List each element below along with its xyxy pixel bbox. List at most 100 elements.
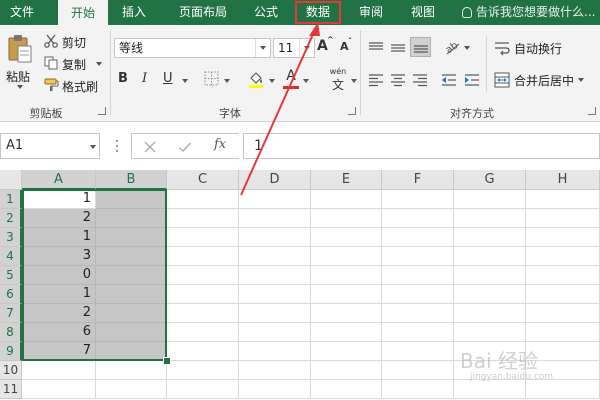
cell-e11[interactable] (311, 380, 382, 399)
cell-f6[interactable] (382, 285, 454, 304)
cell-d11[interactable] (239, 380, 311, 399)
insert-function-button[interactable]: fx (214, 137, 232, 155)
cell-b9[interactable] (96, 342, 167, 361)
cell-h3[interactable] (526, 228, 600, 247)
align-right-button[interactable] (412, 72, 428, 87)
cell-c10[interactable] (167, 361, 239, 380)
cell-e9[interactable] (311, 342, 382, 361)
select-all-corner[interactable] (0, 170, 22, 190)
tab-file[interactable]: 文件 (0, 0, 44, 25)
cell-e6[interactable] (311, 285, 382, 304)
cell-g6[interactable] (454, 285, 526, 304)
cell-e7[interactable] (311, 304, 382, 323)
cell-f4[interactable] (382, 247, 454, 266)
formula-input[interactable]: 1 (243, 133, 600, 159)
cell-g5[interactable] (454, 266, 526, 285)
cell-a3[interactable]: 1 (22, 228, 96, 247)
cell-h5[interactable] (526, 266, 600, 285)
font-name-combo[interactable]: 等线 (114, 38, 271, 58)
tab-formulas[interactable]: 公式 (244, 0, 288, 25)
row-header-3[interactable]: 3 (0, 228, 22, 247)
row-header-4[interactable]: 4 (0, 247, 22, 266)
bold-button[interactable]: B (118, 71, 132, 89)
cell-f11[interactable] (382, 380, 454, 399)
cell-g3[interactable] (454, 228, 526, 247)
cell-c2[interactable] (167, 209, 239, 228)
font-dialog-launcher[interactable] (348, 107, 356, 115)
chevron-down-icon[interactable] (464, 46, 470, 50)
cell-c6[interactable] (167, 285, 239, 304)
cell-h2[interactable] (526, 209, 600, 228)
cell-a1[interactable]: 1 (22, 190, 96, 209)
chevron-down-icon[interactable] (90, 145, 96, 149)
column-header-e[interactable]: E (311, 170, 382, 190)
wrap-text-button[interactable]: 自动换行 (494, 39, 570, 57)
tab-page-layout[interactable]: 页面布局 (170, 0, 236, 25)
column-header-g[interactable]: G (454, 170, 526, 190)
tab-data[interactable]: 数据 (294, 0, 342, 25)
underline-button[interactable]: U (163, 71, 177, 89)
font-size-combo[interactable]: 11 (273, 38, 315, 58)
fill-color-button[interactable] (247, 70, 265, 90)
phonetic-guide-button[interactable]: wén 文 (327, 67, 349, 92)
cell-f10[interactable] (382, 361, 454, 380)
cell-d8[interactable] (239, 323, 311, 342)
cut-button[interactable]: 剪切 (44, 33, 92, 50)
cell-c1[interactable] (167, 190, 239, 209)
cell-d9[interactable] (239, 342, 311, 361)
row-header-11[interactable]: 11 (0, 380, 22, 399)
column-header-a[interactable]: A (22, 170, 96, 190)
cell-b10[interactable] (96, 361, 167, 380)
cell-b6[interactable] (96, 285, 167, 304)
align-middle-button[interactable] (390, 40, 406, 54)
name-box[interactable]: A1 (0, 133, 100, 159)
tab-insert[interactable]: 插入 (110, 0, 158, 25)
cell-d3[interactable] (239, 228, 311, 247)
cancel-entry-button[interactable] (143, 139, 157, 153)
cell-h4[interactable] (526, 247, 600, 266)
row-header-8[interactable]: 8 (0, 323, 22, 342)
cell-d7[interactable] (239, 304, 311, 323)
cell-b11[interactable] (96, 380, 167, 399)
cell-e8[interactable] (311, 323, 382, 342)
font-color-button[interactable]: A (283, 68, 299, 90)
align-bottom-button[interactable] (410, 37, 431, 57)
fill-handle[interactable] (163, 357, 171, 365)
align-left-button[interactable] (368, 72, 384, 87)
row-header-10[interactable]: 10 (0, 361, 22, 380)
chevron-down-icon[interactable] (182, 79, 188, 83)
row-header-1[interactable]: 1 (0, 190, 22, 209)
cell-b4[interactable] (96, 247, 167, 266)
align-top-button[interactable] (368, 40, 384, 54)
cell-g11[interactable] (454, 380, 526, 399)
row-header-6[interactable]: 6 (0, 285, 22, 304)
chevron-down-icon[interactable] (351, 79, 357, 83)
cell-c7[interactable] (167, 304, 239, 323)
cell-a2[interactable]: 2 (22, 209, 96, 228)
cell-c8[interactable] (167, 323, 239, 342)
cell-f7[interactable] (382, 304, 454, 323)
column-header-c[interactable]: C (167, 170, 239, 190)
cell-c3[interactable] (167, 228, 239, 247)
cell-a6[interactable]: 1 (22, 285, 96, 304)
cell-e1[interactable] (311, 190, 382, 209)
row-header-9[interactable]: 9 (0, 342, 22, 361)
cell-e3[interactable] (311, 228, 382, 247)
tab-review[interactable]: 审阅 (348, 0, 394, 25)
cell-g7[interactable] (454, 304, 526, 323)
cell-f2[interactable] (382, 209, 454, 228)
cell-c4[interactable] (167, 247, 239, 266)
column-header-d[interactable]: D (239, 170, 311, 190)
tell-me-box[interactable]: 告诉我您想要做什么... (462, 0, 595, 25)
orientation-button[interactable]: ab (443, 38, 461, 56)
cell-c5[interactable] (167, 266, 239, 285)
cell-f3[interactable] (382, 228, 454, 247)
cell-e2[interactable] (311, 209, 382, 228)
cell-d5[interactable] (239, 266, 311, 285)
cell-c11[interactable] (167, 380, 239, 399)
align-center-button[interactable] (390, 72, 406, 87)
cell-b2[interactable] (96, 209, 167, 228)
cell-d6[interactable] (239, 285, 311, 304)
cell-d1[interactable] (239, 190, 311, 209)
cell-h6[interactable] (526, 285, 600, 304)
